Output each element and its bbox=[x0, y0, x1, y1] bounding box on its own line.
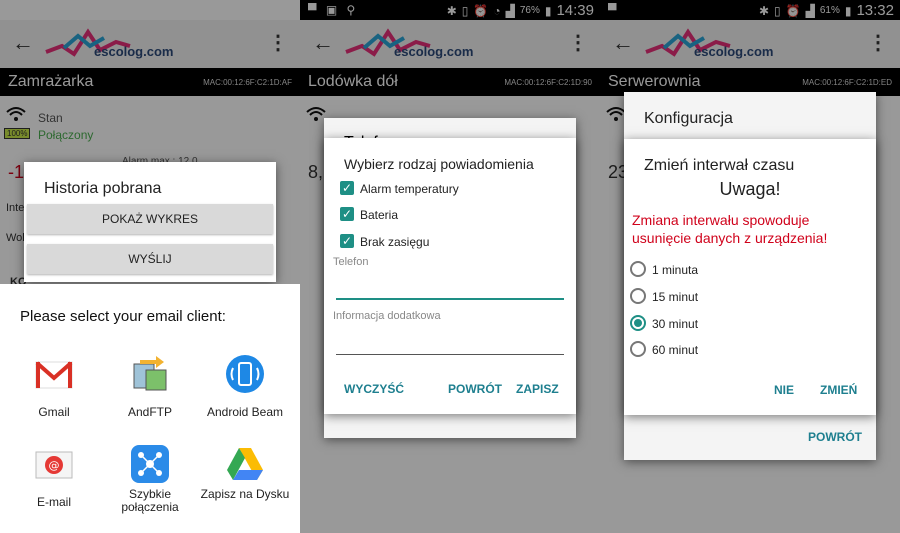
back-button[interactable]: POWRÓT bbox=[448, 382, 502, 396]
info-input[interactable] bbox=[336, 330, 564, 355]
email-client-sheet: Please select your email client: Gmail A… bbox=[0, 284, 300, 533]
radio-label: 15 minut bbox=[652, 290, 699, 304]
email-icon: @ bbox=[34, 444, 74, 484]
interval-dialog: Zmień interwał czasu Uwaga! Zmiana inter… bbox=[624, 139, 876, 415]
app-label: E-mail bbox=[36, 495, 71, 509]
info-field-label: Informacja dodatkowa bbox=[333, 310, 441, 322]
andftp-icon bbox=[130, 354, 170, 394]
checkbox-checked-icon: ✓ bbox=[340, 207, 354, 221]
screen-serwerownia: ▀ ✱ ▯ ⏰ ▟ 61% ▮ 13:32 ← escolog.com ⋮ Se… bbox=[600, 0, 900, 533]
gmail-icon bbox=[34, 354, 74, 394]
radio-unchecked-icon bbox=[630, 341, 646, 357]
svg-text:@: @ bbox=[49, 459, 60, 472]
notification-type-dialog: Wybierz rodzaj powiadomienia ✓ Alarm tem… bbox=[324, 138, 576, 414]
change-button[interactable]: ZMIEŃ bbox=[820, 383, 857, 397]
show-chart-button[interactable]: POKAŻ WYKRES bbox=[27, 204, 273, 234]
radio-label: 1 minuta bbox=[652, 263, 699, 277]
quick-connect-icon bbox=[130, 444, 170, 484]
warning-title: Uwaga! bbox=[719, 179, 781, 199]
dialog-title: Zmień interwał czasu bbox=[644, 157, 795, 174]
checkbox-checked-icon: ✓ bbox=[340, 181, 354, 195]
screen-lodowka-dol: ▀ ▣ ⚲ ✱ ▯ ⏰ ◔ ▟ 76% ▮ 14:39 ← escolog.co… bbox=[300, 0, 600, 533]
phone-field-label: Telefon bbox=[333, 256, 369, 268]
radio-label: 60 minut bbox=[652, 343, 699, 357]
app-label: Zapisz na Dysku bbox=[200, 487, 290, 501]
config-back-button[interactable]: POWRÓT bbox=[808, 430, 862, 444]
google-drive-icon bbox=[225, 444, 265, 484]
dialog-title: Wybierz rodzaj powiadomienia bbox=[344, 156, 534, 172]
checkbox-label: Alarm temperatury bbox=[360, 182, 459, 196]
radio-label: 30 minut bbox=[652, 317, 699, 331]
checkbox-label: Brak zasięgu bbox=[360, 235, 430, 249]
send-button[interactable]: WYŚLIJ bbox=[27, 244, 273, 274]
checkbox-checked-icon: ✓ bbox=[340, 234, 354, 248]
dialog-title: Historia pobrana bbox=[44, 180, 162, 197]
config-title: Konfiguracja bbox=[644, 110, 733, 127]
android-beam-icon bbox=[225, 354, 265, 394]
save-button[interactable]: ZAPISZ bbox=[516, 382, 559, 396]
app-label: Android Beam bbox=[206, 405, 284, 419]
app-label: AndFTP bbox=[127, 405, 172, 419]
history-dialog: Historia pobrana POKAŻ WYKRES WYŚLIJ bbox=[24, 162, 276, 282]
sheet-title: Please select your email client: bbox=[20, 308, 226, 325]
screen-zamrazarka: ← escolog.com ⋮ Zamrażarka MAC:00:12:6F:… bbox=[0, 0, 300, 533]
clear-button[interactable]: WYCZYŚĆ bbox=[344, 382, 404, 396]
radio-checked-icon bbox=[630, 315, 646, 331]
phone-input[interactable] bbox=[336, 274, 564, 300]
radio-unchecked-icon bbox=[630, 288, 646, 304]
checkbox-label: Bateria bbox=[360, 208, 399, 222]
warning-text: Zmiana interwału spowoduje usunięcie dan… bbox=[632, 212, 828, 246]
app-label: Gmail bbox=[38, 405, 70, 419]
no-button[interactable]: NIE bbox=[774, 383, 794, 397]
radio-unchecked-icon bbox=[630, 261, 646, 277]
app-label: Szybkie połączenia bbox=[121, 487, 179, 514]
